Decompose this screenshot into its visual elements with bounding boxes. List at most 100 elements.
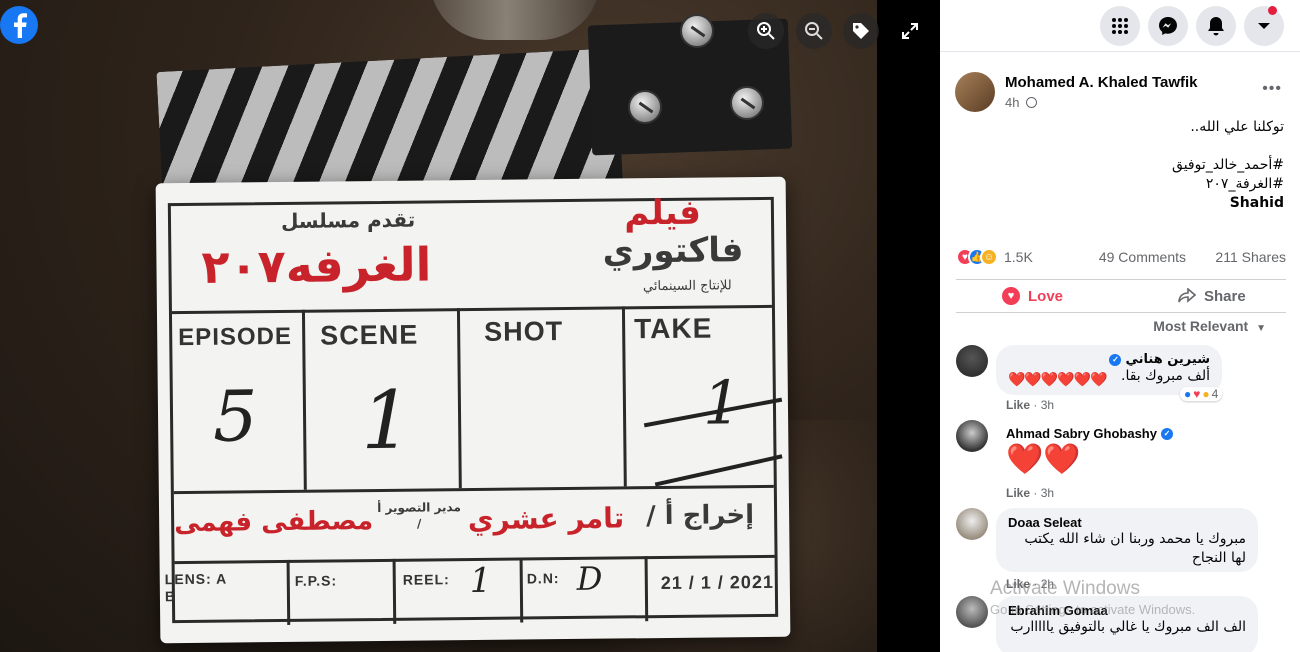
comment-meta: Like · 3h <box>1006 398 1055 412</box>
share-label: Share <box>1204 287 1246 305</box>
comment-hearts: ❤️❤️❤️❤️❤️❤️ <box>1008 371 1108 387</box>
menu-grid-icon[interactable] <box>1100 6 1140 46</box>
notification-badge <box>1268 6 1277 15</box>
verified-badge-icon: ✓ <box>1109 353 1122 366</box>
dop-name: مصطفى فهمى <box>174 506 374 539</box>
fps-label: F.P.S: <box>294 572 338 589</box>
take-label: TAKE <box>633 312 713 345</box>
notifications-icon[interactable] <box>1196 6 1236 46</box>
like-reaction-icon: ● <box>1184 387 1192 401</box>
post-header: Mohamed A. Khaled Tawfik 4h ••• <box>955 72 1290 116</box>
post-text-line <box>964 137 1284 156</box>
care-reaction-icon: ● <box>1202 387 1210 401</box>
comment-meta: Like · 3h <box>1006 486 1055 500</box>
post-text: توكلنا علي الله.. #أحمد_خالد_توفيق #الغر… <box>964 118 1284 213</box>
comments-count[interactable]: 49 Comments <box>1099 249 1186 265</box>
author-avatar[interactable] <box>955 72 995 112</box>
comment-like-button[interactable]: Like <box>1006 398 1030 412</box>
sort-label: Most Relevant <box>1153 318 1249 334</box>
brand-main: فاكتوري <box>602 230 744 272</box>
fullscreen-icon[interactable] <box>892 13 928 49</box>
verified-badge-icon: ✓ <box>1160 427 1173 440</box>
comment-reactions[interactable]: ● ♥ ● 4 <box>1180 387 1223 401</box>
comment-like-button[interactable]: Like <box>1006 486 1030 500</box>
tag-icon[interactable] <box>843 13 879 49</box>
hashtag-link[interactable]: #الغرفة_٢٠٧ <box>964 175 1284 194</box>
commenter-name[interactable]: شيرين هناني <box>1125 352 1210 367</box>
commenter-name[interactable]: Doaa Seleat <box>1008 515 1246 530</box>
post-time-text: 4h <box>1005 95 1020 110</box>
reactions-count[interactable]: 1.5K <box>1004 249 1033 265</box>
activation-watermark-title: Activate Windows <box>990 578 1140 599</box>
photo-viewer: فيلم فاكتوري للإنتاج السينمائي تقدم مسلس… <box>0 0 940 652</box>
commenter-avatar[interactable] <box>956 420 988 452</box>
chevron-down-icon: ▼ <box>1256 323 1266 334</box>
love-icon: ♥ <box>1002 287 1020 305</box>
series-title: الغرفه٢٠٧ <box>201 237 432 294</box>
top-bar <box>940 0 1300 52</box>
slate-board: فيلم فاكتوري للإنتاج السينمائي تقدم مسلس… <box>155 176 791 644</box>
commenter-avatar[interactable] <box>956 345 988 377</box>
comment-time[interactable]: 3h <box>1041 398 1054 412</box>
episode-label: EPISODE <box>178 322 293 352</box>
reel-value: 1 <box>469 560 492 602</box>
scene-label: SCENE <box>320 319 419 351</box>
brand-sub: للإنتاج السينمائي <box>642 278 732 295</box>
presents-text: تقدم مسلسل <box>280 207 416 233</box>
account-dropdown-icon[interactable] <box>1244 6 1284 46</box>
dn-label: D.N: <box>526 570 560 587</box>
love-reaction-icon: ♥ <box>1193 387 1201 401</box>
take-value: 1 <box>702 368 742 439</box>
hashtag-link[interactable]: #أحمد_خالد_توفيق <box>964 156 1284 175</box>
share-button[interactable]: Share <box>1178 280 1246 312</box>
scene-value: 1 <box>360 373 413 468</box>
commenter-name-row: ✓ شيرين هناني <box>1008 352 1210 367</box>
comment-text: ❤️❤️ <box>1006 443 1081 476</box>
post-time[interactable]: 4h <box>1005 95 1038 110</box>
shares-count[interactable]: 211 Shares <box>1215 249 1286 265</box>
comment-reaction-count: 4 <box>1211 387 1219 401</box>
commenter-name[interactable]: Ahmad Sabry Ghobashy <box>1006 426 1157 441</box>
date-value: 21 / 1 / 2021 <box>660 571 775 594</box>
director-label: إخراج أ / <box>645 500 755 532</box>
shot-label: SHOT <box>484 316 564 347</box>
globe-icon <box>1026 97 1038 108</box>
zoom-out-icon[interactable] <box>796 13 832 49</box>
episode-value: 5 <box>212 375 259 458</box>
commenter-avatar[interactable] <box>956 508 988 540</box>
zoom-in-icon[interactable] <box>748 13 784 49</box>
commenter-avatar[interactable] <box>956 596 988 628</box>
reactions-row: ♥ 👍 ☺ 1.5K 49 Comments 211 Shares <box>956 246 1286 268</box>
lens-label: LENS: A <box>164 570 228 588</box>
director-name: تامر عشري <box>467 501 625 537</box>
lens-b: B <box>164 588 177 605</box>
dn-value: D <box>576 559 603 598</box>
post-text-line: توكلنا علي الله.. <box>1190 119 1284 135</box>
sort-comments-dropdown[interactable]: Most Relevant ▼ <box>1153 318 1266 334</box>
comment-text: الف الف مبروك يا غالي بالتوفيق يااااارب <box>1010 619 1246 635</box>
author-name[interactable]: Mohamed A. Khaled Tawfik <box>1005 74 1198 91</box>
post-text-line: Shahid <box>1229 195 1284 211</box>
brand-top: فيلم <box>624 192 702 234</box>
post-options-button[interactable]: ••• <box>1262 80 1282 98</box>
messenger-icon[interactable] <box>1148 6 1188 46</box>
comment: Ahmad Sabry Ghobashy ✓ ❤️❤️ Like · 3h <box>956 420 1286 500</box>
facebook-logo-icon[interactable] <box>0 6 38 44</box>
clapperboard: فيلم فاكتوري للإنتاج السينمائي تقدم مسلس… <box>120 14 840 650</box>
comment: ✓ شيرين هناني ألف مبروك بقا. ❤️❤️❤️❤️❤️❤… <box>956 345 1286 412</box>
screw <box>730 86 764 120</box>
comment-time[interactable]: 3h <box>1041 486 1054 500</box>
love-button[interactable]: ♥ Love <box>1002 280 1063 312</box>
action-bar: ♥ Love Share <box>956 279 1286 313</box>
dop-label: مدير التصوير أ / <box>377 500 461 531</box>
comment-text: مبروك يا محمد وربنا ان شاء الله يكتب لها… <box>1024 531 1246 566</box>
screw <box>680 14 714 48</box>
love-label: Love <box>1028 287 1064 305</box>
reel-label: REEL: <box>402 571 450 588</box>
comment-bubble: Doaa Seleat مبروك يا محمد وربنا ان شاء ا… <box>996 508 1258 572</box>
care-reaction-icon[interactable]: ☺ <box>980 248 998 266</box>
post-photo: فيلم فاكتوري للإنتاج السينمائي تقدم مسلس… <box>0 0 877 652</box>
share-icon <box>1178 288 1196 303</box>
commenter-name-row: Ahmad Sabry Ghobashy ✓ <box>1006 426 1173 441</box>
post-panel: Mohamed A. Khaled Tawfik 4h ••• توكلنا ع… <box>940 0 1300 652</box>
